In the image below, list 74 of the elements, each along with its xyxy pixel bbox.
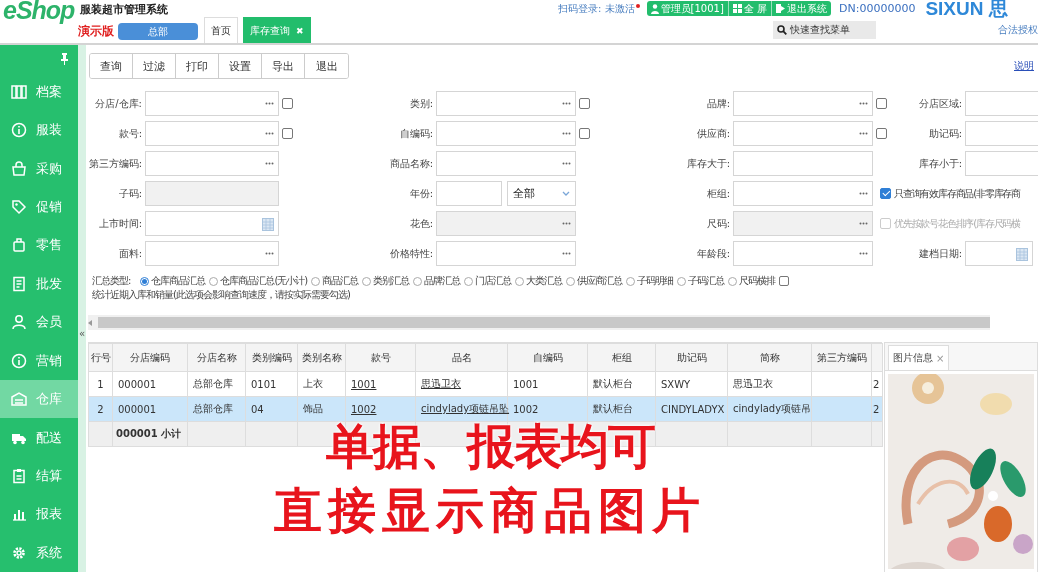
field-label: 品牌: xyxy=(705,96,730,111)
field-label: 库存大于: xyxy=(685,156,730,171)
column-header[interactable]: 助记码 xyxy=(655,343,728,372)
table-link[interactable]: cindylady项链吊坠 xyxy=(415,396,508,422)
table-row[interactable]: 1 000001 总部仓库 0101 上衣 1001 思迅卫衣 1001 默认柜台 SXWY 思迅卫衣 2 xyxy=(88,371,883,397)
table-cell: 1001 xyxy=(507,371,588,397)
toolbar-button[interactable]: 查询 xyxy=(90,54,133,78)
field-label: 第三方编码: xyxy=(87,156,142,171)
field-label: 子码: xyxy=(117,186,142,201)
radio-label: 大类汇总 xyxy=(526,274,563,288)
year-dropdown[interactable]: 全部 xyxy=(507,181,576,206)
field-label: 分店区域: xyxy=(917,96,962,111)
radio-label: 仓库商品汇总 xyxy=(151,274,206,288)
field-label: 花色: xyxy=(408,216,433,231)
column-header[interactable]: 第三方编码 xyxy=(811,343,872,372)
table-cell: 2 xyxy=(88,396,113,422)
field-label: 类别: xyxy=(408,96,433,111)
radio-label: 商品汇总 xyxy=(322,274,359,288)
field-label: 分店/仓库: xyxy=(94,96,142,111)
table-link[interactable]: 思迅卫衣 xyxy=(415,371,508,397)
field-label: 款号: xyxy=(117,126,142,141)
app-title: 服装超市管理系统 xyxy=(80,2,169,17)
radio-label: 子码汇总 xyxy=(688,274,725,288)
radio-label: 门店汇总 xyxy=(475,274,512,288)
field-label: 年份: xyxy=(408,186,433,201)
radio-label: 子码明细 xyxy=(637,274,674,288)
tab[interactable]: 首页 xyxy=(204,17,238,43)
radio-label: 尺码横排 xyxy=(739,274,776,288)
field-label: 供应商: xyxy=(695,126,730,141)
checkbox-label: 统计近期入库和销量(此选项会影响查询速度，请按实际需要勾选) xyxy=(92,288,350,302)
brand-logo: SIXUN 思 xyxy=(925,0,1008,17)
field-label: 上市时间: xyxy=(97,216,142,231)
field-label: 汇总类型: xyxy=(92,274,131,288)
field-label: 助记码: xyxy=(927,126,962,141)
column-header[interactable]: 品名 xyxy=(415,343,508,372)
field-label: 自编码: xyxy=(398,126,433,141)
collapse-button[interactable]: « xyxy=(78,328,86,340)
column-header[interactable]: 类别名称 xyxy=(297,343,346,372)
radio-label: 仓库商品汇总(无小计) xyxy=(220,274,308,288)
table-cell: 思迅卫衣 xyxy=(727,371,812,397)
column-header[interactable]: 款号 xyxy=(345,343,416,372)
field-label: 面料: xyxy=(117,246,142,261)
search-field[interactable]: 快速查找菜单 xyxy=(773,21,876,39)
column-header[interactable]: 分店名称 xyxy=(187,343,246,372)
table-cell: 2 xyxy=(871,371,883,397)
help-link[interactable]: 说明 xyxy=(1014,59,1034,73)
column-header[interactable]: 类别编码 xyxy=(245,343,298,372)
tab[interactable]: 图片信息 × xyxy=(888,345,950,370)
checkbox-label: 只查询有效库存商品(非零库存商 xyxy=(894,186,1020,201)
field-label: 年龄段: xyxy=(695,246,730,261)
table-row[interactable]: 2 000001 总部仓库 04 饰品 1002 cindylady项链吊坠 1002 默认柜台 CINDYLADYX cindylady项链吊 2 xyxy=(88,396,883,422)
device-number: DN:00000000 xyxy=(839,2,916,15)
field-label: 库存小于: xyxy=(917,156,962,171)
scan-login-status[interactable]: 扫码登录: 未激活 xyxy=(558,1,635,16)
table-cell: 1 xyxy=(88,371,113,397)
caption-text: 直接显示商品图片 xyxy=(274,481,706,540)
field-label: 尺码: xyxy=(705,216,730,231)
column-header[interactable]: 简称 xyxy=(727,343,812,372)
field-label: 价格特性: xyxy=(388,246,433,261)
radio-label: 供应商汇总 xyxy=(577,274,623,288)
checkbox-label: 优先按款号花色排序(库存尺码横 xyxy=(894,216,1020,231)
license-link[interactable]: 合法授权 xyxy=(998,23,1038,37)
table-cell: cindylady项链吊 xyxy=(727,396,812,422)
edition-label: 演示版 xyxy=(78,23,114,40)
field-label: 柜组: xyxy=(705,186,730,201)
radio-label: 品牌汇总 xyxy=(424,274,461,288)
field-label: 建档日期: xyxy=(917,246,962,261)
column-header[interactable]: 分店编码 xyxy=(112,343,188,372)
column-header[interactable]: 自编码 xyxy=(507,343,588,372)
table-cell: 2 xyxy=(871,396,883,422)
column-header[interactable]: 行号 xyxy=(88,343,113,372)
column-header[interactable]: 柜组 xyxy=(587,343,656,372)
radio-label: 类别汇总 xyxy=(373,274,410,288)
field-label: 商品名称: xyxy=(388,156,433,171)
